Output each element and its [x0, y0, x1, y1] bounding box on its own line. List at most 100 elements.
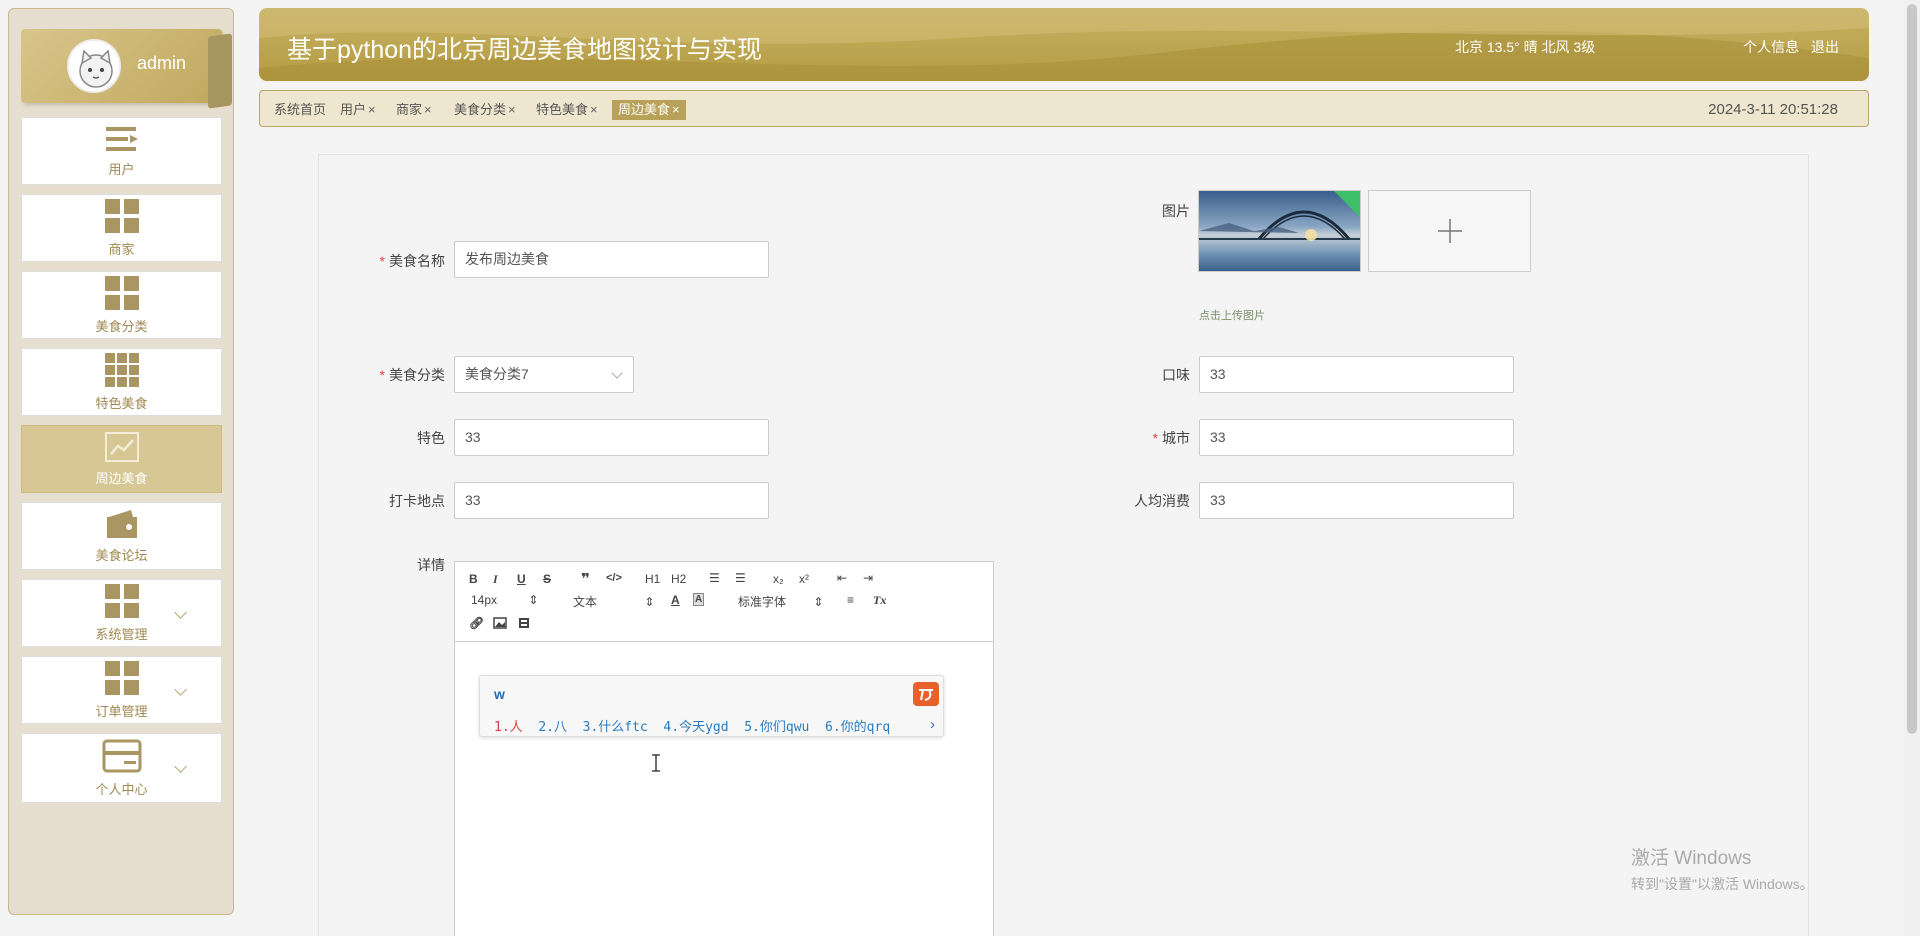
- food-name-input[interactable]: 发布周边美食: [454, 241, 769, 278]
- grid-nine-icon: [104, 352, 139, 387]
- tab-label: 系统首页: [274, 102, 327, 117]
- user-name: admin: [137, 53, 187, 73]
- bullet-list-icon[interactable]: ☰: [735, 571, 746, 585]
- video-icon[interactable]: [518, 617, 530, 629]
- underline-button[interactable]: U: [517, 572, 526, 586]
- link-icon[interactable]: 🔗︎: [469, 616, 484, 630]
- ime-candidate[interactable]: 2.八: [538, 720, 567, 735]
- sidebar-item-system-management[interactable]: 系统管理: [21, 579, 222, 647]
- city-label: * 城市: [1090, 428, 1190, 448]
- image-label: 图片: [1162, 203, 1190, 219]
- sidebar-item-label: 用户: [108, 161, 135, 177]
- sidebar-item-merchants[interactable]: 商家: [21, 194, 222, 262]
- close-icon[interactable]: ×: [424, 102, 432, 117]
- sidebar-item-nearby-food[interactable]: 周边美食: [21, 425, 222, 493]
- tab-users[interactable]: 用户 ×: [334, 100, 382, 120]
- category-select[interactable]: 美食分类7: [454, 356, 634, 393]
- close-icon[interactable]: ×: [508, 102, 516, 117]
- close-icon[interactable]: ×: [368, 102, 376, 117]
- sidebar-item-personal-center[interactable]: 个人中心: [21, 733, 222, 803]
- text-type-select[interactable]: 文本 ⇕: [573, 593, 654, 610]
- code-icon[interactable]: </>: [606, 572, 622, 584]
- ime-candidate[interactable]: 6.你的qrq: [825, 720, 890, 735]
- uploaded-image-thumbnail[interactable]: [1198, 190, 1361, 272]
- italic-button[interactable]: I: [493, 572, 498, 587]
- select-arrows-icon: ⇕: [644, 595, 655, 609]
- ordered-list-icon[interactable]: ☰: [709, 571, 720, 585]
- logout-link[interactable]: 退出: [1811, 39, 1839, 55]
- outdent-icon[interactable]: ⇤: [837, 571, 847, 585]
- close-icon[interactable]: ×: [590, 102, 598, 117]
- background-color-icon[interactable]: A: [693, 593, 705, 606]
- windows-activation-watermark: 激活 Windows 转到"设置"以激活 Windows。: [1631, 843, 1814, 894]
- clear-format-icon[interactable]: Tx: [873, 593, 886, 608]
- tab-label: 商家: [396, 102, 423, 117]
- tab-merchants[interactable]: 商家 ×: [390, 100, 438, 120]
- tab-special-food[interactable]: 特色美食 ×: [530, 100, 604, 120]
- sidebar-item-food-forum[interactable]: 美食论坛: [21, 502, 222, 570]
- ime-candidate[interactable]: 3.什么ftc: [583, 720, 648, 735]
- watermark-title: 激活 Windows: [1631, 848, 1752, 869]
- chevron-right-icon[interactable]: ›: [930, 716, 935, 733]
- sidebar-item-special-food[interactable]: 特色美食: [21, 348, 222, 416]
- upload-image-button[interactable]: [1368, 190, 1531, 272]
- avg-cost-input[interactable]: 33: [1199, 482, 1514, 519]
- profile-link[interactable]: 个人信息: [1743, 39, 1799, 55]
- font-color-icon[interactable]: A: [671, 593, 680, 607]
- ime-candidate-list: 1.人 2.八 3.什么ftc 4.今天ygd 5.你们qwu 6.你的qrq: [494, 716, 890, 735]
- avatar[interactable]: [67, 39, 121, 93]
- ime-candidate[interactable]: 1.人: [494, 720, 523, 735]
- name-label: * 美食名称: [345, 251, 445, 271]
- font-family-select[interactable]: 标准字体 ⇕: [738, 593, 823, 610]
- indent-icon[interactable]: ⇥: [863, 571, 873, 585]
- editor-toolbar: B I U S ❞ </> H1 H2 ☰ ☰ x₂ x² ⇤ ⇥ 14px ⇕…: [455, 562, 993, 642]
- heading1-button[interactable]: H1: [645, 572, 660, 586]
- sidebar-item-label: 商家: [108, 241, 135, 257]
- tab-nearby-food[interactable]: 周边美食 ×: [612, 100, 686, 120]
- tab-home[interactable]: 系统首页: [268, 100, 332, 120]
- sidebar-item-order-management[interactable]: 订单管理: [21, 656, 222, 724]
- chevron-down-icon: [611, 367, 623, 379]
- font-size-select[interactable]: 14px ⇕: [471, 593, 538, 607]
- weather-info: 北京 13.5° 晴 北风 3级: [1455, 39, 1596, 55]
- sidebar-item-label: 美食论坛: [95, 547, 148, 563]
- scrollbar-thumb[interactable]: [1907, 4, 1917, 734]
- chart-line-icon: [104, 431, 139, 462]
- tab-label: 美食分类: [454, 102, 507, 117]
- top-header: 基于python的北京周边美食地图设计与实现 北京 13.5° 晴 北风 3级 …: [259, 8, 1869, 81]
- feature-input[interactable]: 33: [454, 419, 769, 456]
- detail-label: 详情: [417, 557, 445, 573]
- ime-logo-icon[interactable]: [913, 682, 939, 706]
- subscript-icon[interactable]: x₂: [773, 572, 784, 586]
- page-scrollbar[interactable]: [1904, 0, 1920, 936]
- taste-input[interactable]: 33: [1199, 356, 1514, 393]
- strikethrough-button[interactable]: S: [543, 572, 551, 586]
- checkin-location-input[interactable]: 33: [454, 482, 769, 519]
- corner-badge: [1334, 191, 1360, 217]
- card-icon: [102, 739, 141, 772]
- ime-candidate[interactable]: 5.你们qwu: [744, 720, 809, 735]
- sidebar-item-users[interactable]: 用户: [21, 117, 222, 185]
- city-input[interactable]: 33: [1199, 419, 1514, 456]
- label-text: 城市: [1162, 430, 1190, 446]
- label-text: 美食分类: [389, 367, 445, 383]
- grid-icon: [104, 275, 139, 310]
- tab-label: 用户: [340, 102, 367, 117]
- required-mark: *: [1152, 430, 1158, 446]
- tab-food-category[interactable]: 美食分类 ×: [448, 100, 522, 120]
- tab-bar: 系统首页 用户 × 商家 × 美食分类 × 特色美食 × 周边美食 × 2024-3-11…: [259, 90, 1869, 127]
- bold-button[interactable]: B: [469, 572, 478, 586]
- avg-cost-label: 人均消费: [1134, 493, 1190, 509]
- superscript-icon[interactable]: x²: [799, 572, 809, 586]
- user-card: admin: [21, 29, 232, 109]
- image-icon[interactable]: [493, 617, 507, 629]
- sidebar-item-label: 系统管理: [95, 626, 148, 642]
- sidebar-item-label: 订单管理: [95, 703, 148, 719]
- align-icon[interactable]: ≡: [847, 593, 854, 607]
- heading2-button[interactable]: H2: [671, 572, 686, 586]
- sidebar-item-food-category[interactable]: 美食分类: [21, 271, 222, 339]
- blockquote-icon[interactable]: ❞: [581, 570, 590, 588]
- font-family-value: 标准字体: [738, 595, 787, 609]
- ime-candidate[interactable]: 4.今天ygd: [663, 720, 728, 735]
- close-icon[interactable]: ×: [672, 102, 680, 117]
